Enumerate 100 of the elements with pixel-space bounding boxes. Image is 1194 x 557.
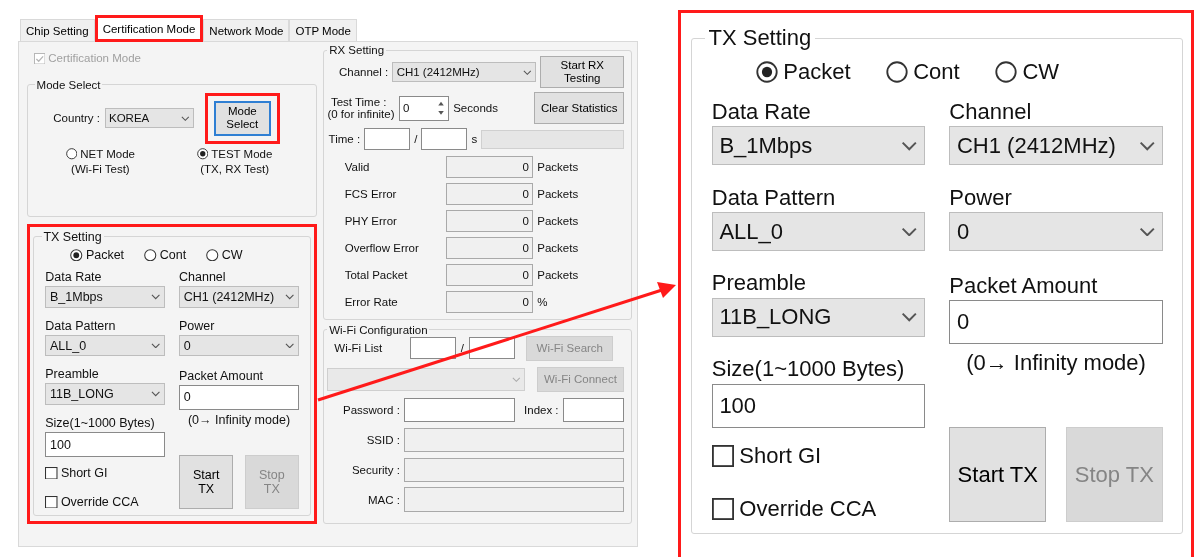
field-label: Packet Amount	[179, 367, 265, 385]
data-rate-dropdown[interactable]: B_1Mbps	[711, 126, 926, 165]
stat-label: Total Packet	[344, 269, 409, 281]
readout-field: 0	[445, 264, 534, 286]
unit-label: Packets	[536, 214, 580, 227]
hint-text: (0→ Infinity mode)	[965, 349, 1147, 376]
checkbox[interactable]: Override CCA	[711, 495, 926, 522]
unit-label: Packets	[536, 269, 580, 281]
stat-label: FCS Error	[344, 187, 398, 200]
group-title: TX Setting	[42, 229, 103, 244]
tab[interactable]: Chip Setting	[20, 19, 95, 41]
field-label: Password :	[342, 403, 400, 416]
unit-label: Packets	[536, 241, 580, 254]
input-field	[421, 128, 468, 151]
input-field[interactable]: 100	[45, 432, 166, 458]
radio-button[interactable]: CW	[206, 248, 243, 263]
country-dropdown[interactable]: KOREA	[104, 108, 195, 129]
readout-field: 0	[445, 156, 534, 178]
radio-button[interactable]: Packet	[755, 58, 851, 85]
preamble-dropdown[interactable]: 11B_LONG	[45, 383, 166, 406]
mode-select-button[interactable]: Mode Select	[213, 101, 272, 136]
field-label: Preamble	[711, 269, 807, 298]
input-field[interactable]: 0	[179, 384, 299, 410]
unit-label: Seconds	[453, 102, 498, 115]
caret-icon	[901, 312, 918, 323]
field-note: (0 for infinite)	[327, 108, 395, 121]
unit-label: s	[471, 133, 478, 146]
start-rx-button[interactable]: Start RX Testing	[540, 56, 625, 89]
channel-dropdown[interactable]: CH1 (2412MHz)	[179, 285, 299, 308]
field-label: Wi-Fi List	[333, 342, 384, 355]
preamble-dropdown[interactable]: 11B_LONG	[711, 298, 926, 337]
caret-icon	[181, 115, 190, 121]
clear-statistics-button[interactable]: Clear Statistics	[534, 92, 625, 125]
tab[interactable]: OTP Mode	[289, 19, 357, 41]
input-field[interactable]: 100	[711, 383, 926, 428]
stat-label: Overflow Error	[344, 241, 420, 254]
field-label: Data Rate	[711, 97, 812, 126]
stat-label: Error Rate	[344, 296, 399, 308]
checkbox[interactable]: Override CCA	[45, 494, 166, 509]
field-label: Size(1~1000 Bytes)	[711, 355, 906, 384]
start-button[interactable]: Start TX	[949, 427, 1047, 522]
unit-label: Packets	[536, 160, 580, 173]
group-title: Mode Select	[35, 78, 102, 91]
data-rate-dropdown[interactable]: B_1Mbps	[45, 285, 166, 308]
field-label: Data Rate	[45, 269, 103, 286]
field-label: Country :	[53, 112, 100, 125]
field-label: Preamble	[45, 366, 100, 384]
power-dropdown[interactable]: 0	[949, 212, 1163, 251]
tab[interactable]: Certification Mode	[94, 15, 204, 42]
separator-text: /	[460, 342, 464, 355]
field-label: Index :	[524, 403, 559, 416]
radio-button[interactable]: Packet	[70, 248, 125, 263]
caret-icon	[901, 226, 918, 237]
field-label: Time :	[328, 133, 361, 146]
mode-note: (Wi-Fi Test)	[71, 163, 130, 175]
start-button[interactable]: Start TX	[179, 455, 234, 509]
caret-icon	[1138, 226, 1156, 237]
input-field[interactable]: 0	[949, 300, 1163, 345]
input-field	[364, 128, 411, 151]
field-label: Security :	[350, 463, 400, 476]
field-label: Test Time :	[329, 96, 388, 109]
caret-icon	[151, 342, 161, 349]
field-label: Channel	[949, 97, 1033, 126]
field-label: Power	[179, 317, 216, 335]
radio-button[interactable]: TEST Mode	[196, 148, 273, 161]
spinner-field[interactable]: 0	[398, 95, 450, 121]
readout-field: 0	[445, 291, 534, 313]
radio-button[interactable]: Cont	[885, 58, 960, 85]
password-field[interactable]	[404, 397, 515, 422]
power-dropdown[interactable]: 0	[179, 334, 299, 357]
readout-field: 0	[445, 237, 534, 259]
radio-button[interactable]: CW	[994, 58, 1060, 85]
radio-button[interactable]: NET Mode	[65, 148, 135, 161]
caret-icon	[512, 376, 521, 382]
input-field	[410, 337, 457, 360]
caret-icon	[1138, 140, 1156, 151]
data-pattern-dropdown[interactable]: ALL_0	[711, 212, 926, 251]
input-field[interactable]	[563, 397, 625, 422]
group-title: TX Setting	[707, 25, 813, 51]
radio-button[interactable]: Cont	[144, 248, 187, 263]
caret-icon	[523, 69, 533, 75]
channel-dropdown[interactable]: CH1 (2412MHz)	[949, 126, 1163, 165]
field-label: Data Pattern	[45, 317, 117, 335]
group-title: Wi-Fi Configuration	[328, 323, 429, 336]
caret-icon	[284, 342, 295, 349]
channel-dropdown[interactable]: CH1 (2412MHz)	[392, 62, 537, 83]
field-label: Packet Amount	[949, 271, 1099, 300]
unit-label: %	[536, 296, 549, 308]
field-label: Data Pattern	[711, 183, 837, 212]
unit-label: Packets	[536, 187, 580, 200]
separator-text: /	[414, 133, 418, 146]
tab[interactable]: Network Mode	[203, 19, 290, 41]
field-label: Power	[949, 183, 1013, 212]
field-label: MAC :	[366, 493, 400, 506]
data-pattern-dropdown[interactable]: ALL_0	[45, 334, 166, 357]
caret-icon	[151, 294, 161, 300]
field-label: Channel	[179, 269, 227, 286]
stat-label: Valid	[344, 160, 371, 173]
checkbox[interactable]: Short GI	[711, 443, 926, 470]
checkbox[interactable]: Short GI	[45, 465, 166, 480]
